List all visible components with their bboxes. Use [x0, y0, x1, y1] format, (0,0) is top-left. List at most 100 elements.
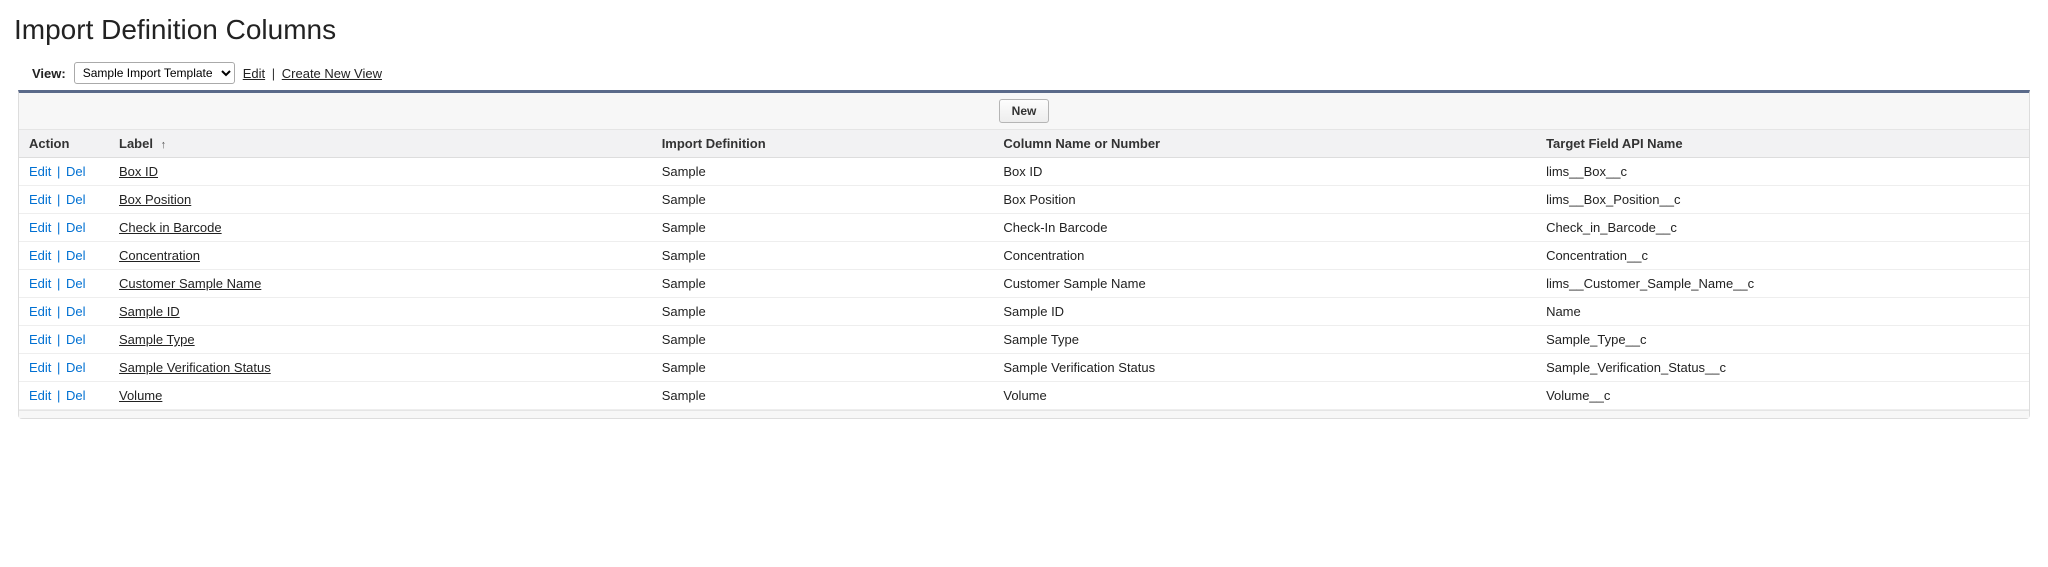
column-name-cell: Concentration [993, 242, 1536, 270]
header-target-field[interactable]: Target Field API Name [1536, 130, 2029, 158]
target-field-cell: Sample_Verification_Status__c [1536, 354, 2029, 382]
page-title: Import Definition Columns [14, 14, 2034, 46]
action-cell: Edit | Del [19, 158, 109, 186]
label-cell: Concentration [109, 242, 652, 270]
edit-link[interactable]: Edit [29, 304, 51, 319]
label-link[interactable]: Sample ID [119, 304, 180, 319]
edit-link[interactable]: Edit [29, 192, 51, 207]
action-cell: Edit | Del [19, 242, 109, 270]
label-link[interactable]: Check in Barcode [119, 220, 222, 235]
label-cell: Volume [109, 382, 652, 410]
column-name-cell: Sample Verification Status [993, 354, 1536, 382]
target-field-cell: lims__Box__c [1536, 158, 2029, 186]
del-link[interactable]: Del [66, 164, 86, 179]
del-link[interactable]: Del [66, 304, 86, 319]
del-link[interactable]: Del [66, 220, 86, 235]
label-cell: Check in Barcode [109, 214, 652, 242]
action-separator: | [53, 388, 64, 403]
del-link[interactable]: Del [66, 332, 86, 347]
label-cell: Sample ID [109, 298, 652, 326]
column-name-cell: Check-In Barcode [993, 214, 1536, 242]
view-label: View: [32, 66, 66, 81]
label-cell: Box Position [109, 186, 652, 214]
label-cell: Sample Verification Status [109, 354, 652, 382]
target-field-cell: Check_in_Barcode__c [1536, 214, 2029, 242]
target-field-cell: Sample_Type__c [1536, 326, 2029, 354]
label-link[interactable]: Sample Type [119, 332, 195, 347]
label-cell: Sample Type [109, 326, 652, 354]
action-cell: Edit | Del [19, 186, 109, 214]
import-definition-cell: Sample [652, 354, 994, 382]
import-definition-cell: Sample [652, 270, 994, 298]
target-field-cell: Volume__c [1536, 382, 2029, 410]
column-name-cell: Box Position [993, 186, 1536, 214]
label-link[interactable]: Customer Sample Name [119, 276, 261, 291]
header-label[interactable]: Label ↑ [109, 130, 652, 158]
action-separator: | [53, 164, 64, 179]
header-label-text: Label [119, 136, 153, 151]
del-link[interactable]: Del [66, 360, 86, 375]
column-name-cell: Customer Sample Name [993, 270, 1536, 298]
del-link[interactable]: Del [66, 192, 86, 207]
header-column-name[interactable]: Column Name or Number [993, 130, 1536, 158]
column-name-cell: Volume [993, 382, 1536, 410]
import-definition-cell: Sample [652, 298, 994, 326]
action-cell: Edit | Del [19, 326, 109, 354]
action-separator: | [53, 220, 64, 235]
action-separator: | [53, 304, 64, 319]
edit-link[interactable]: Edit [29, 220, 51, 235]
edit-link[interactable]: Edit [29, 164, 51, 179]
header-action[interactable]: Action [19, 130, 109, 158]
edit-link[interactable]: Edit [29, 332, 51, 347]
label-link[interactable]: Sample Verification Status [119, 360, 271, 375]
footer-space [19, 410, 2029, 418]
button-bar: New [19, 93, 2029, 130]
label-link[interactable]: Volume [119, 388, 162, 403]
edit-link[interactable]: Edit [29, 360, 51, 375]
table-header-row: Action Label ↑ Import Definition Column … [19, 130, 2029, 158]
target-field-cell: lims__Customer_Sample_Name__c [1536, 270, 2029, 298]
new-button[interactable]: New [999, 99, 1050, 123]
label-link[interactable]: Box Position [119, 192, 191, 207]
edit-link[interactable]: Edit [29, 388, 51, 403]
edit-link[interactable]: Edit [29, 276, 51, 291]
table-row: Edit | DelCustomer Sample NameSampleCust… [19, 270, 2029, 298]
import-definition-cell: Sample [652, 186, 994, 214]
link-separator: | [272, 66, 275, 81]
del-link[interactable]: Del [66, 248, 86, 263]
list-container: New Action Label ↑ Import Definition Col… [18, 90, 2030, 419]
action-cell: Edit | Del [19, 354, 109, 382]
import-definition-cell: Sample [652, 326, 994, 354]
view-select[interactable]: Sample Import Template [74, 62, 235, 84]
table-row: Edit | DelSample Verification StatusSamp… [19, 354, 2029, 382]
create-view-link[interactable]: Create New View [282, 66, 382, 81]
header-import-definition[interactable]: Import Definition [652, 130, 994, 158]
target-field-cell: Concentration__c [1536, 242, 2029, 270]
import-definition-cell: Sample [652, 242, 994, 270]
action-separator: | [53, 360, 64, 375]
column-name-cell: Box ID [993, 158, 1536, 186]
table-row: Edit | DelBox PositionSampleBox Position… [19, 186, 2029, 214]
table-row: Edit | DelBox IDSampleBox IDlims__Box__c [19, 158, 2029, 186]
table-row: Edit | DelVolumeSampleVolumeVolume__c [19, 382, 2029, 410]
import-definition-cell: Sample [652, 214, 994, 242]
action-separator: | [53, 248, 64, 263]
import-definition-cell: Sample [652, 158, 994, 186]
action-cell: Edit | Del [19, 270, 109, 298]
label-link[interactable]: Box ID [119, 164, 158, 179]
del-link[interactable]: Del [66, 276, 86, 291]
edit-link[interactable]: Edit [29, 248, 51, 263]
table-row: Edit | Del Check in Barcode SampleCheck-In… [19, 214, 2029, 242]
label-link[interactable]: Concentration [119, 248, 200, 263]
action-separator: | [53, 192, 64, 207]
action-separator: | [53, 276, 64, 291]
action-cell: Edit | Del [19, 298, 109, 326]
del-link[interactable]: Del [66, 388, 86, 403]
view-links: Edit | Create New View [243, 66, 382, 81]
edit-view-link[interactable]: Edit [243, 66, 265, 81]
view-bar: View: Sample Import Template Edit | Crea… [32, 62, 2034, 84]
label-cell: Customer Sample Name [109, 270, 652, 298]
target-field-cell: lims__Box_Position__c [1536, 186, 2029, 214]
column-name-cell: Sample ID [993, 298, 1536, 326]
data-table: Action Label ↑ Import Definition Column … [19, 130, 2029, 410]
